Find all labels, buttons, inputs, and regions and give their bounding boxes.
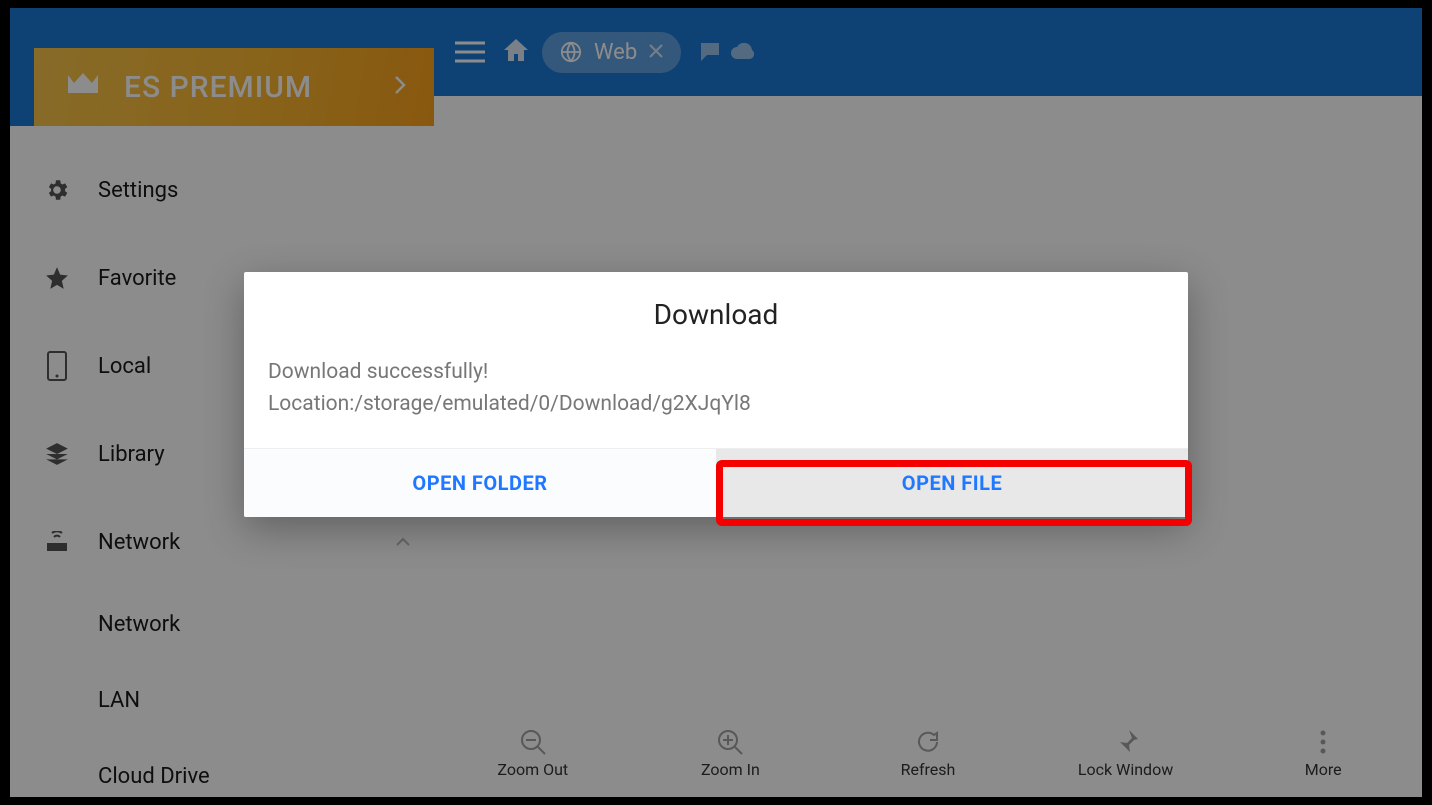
- dialog-message-line: Download successfully!: [268, 357, 1164, 389]
- dialog-actions: OPEN FOLDER OPEN FILE: [244, 448, 1188, 517]
- dialog-body: Download successfully! Location:/storage…: [244, 347, 1188, 448]
- download-dialog: Download Download successfully! Location…: [244, 272, 1188, 517]
- dialog-message-line: Location:/storage/emulated/0/Download/g2…: [268, 389, 1164, 421]
- open-folder-button[interactable]: OPEN FOLDER: [244, 449, 716, 517]
- modal-overlay[interactable]: Download Download successfully! Location…: [10, 8, 1422, 797]
- open-file-button[interactable]: OPEN FILE: [716, 449, 1188, 517]
- dialog-title: Download: [244, 272, 1188, 347]
- app-screen: ES PREMIUM Settings Favorite: [10, 8, 1422, 797]
